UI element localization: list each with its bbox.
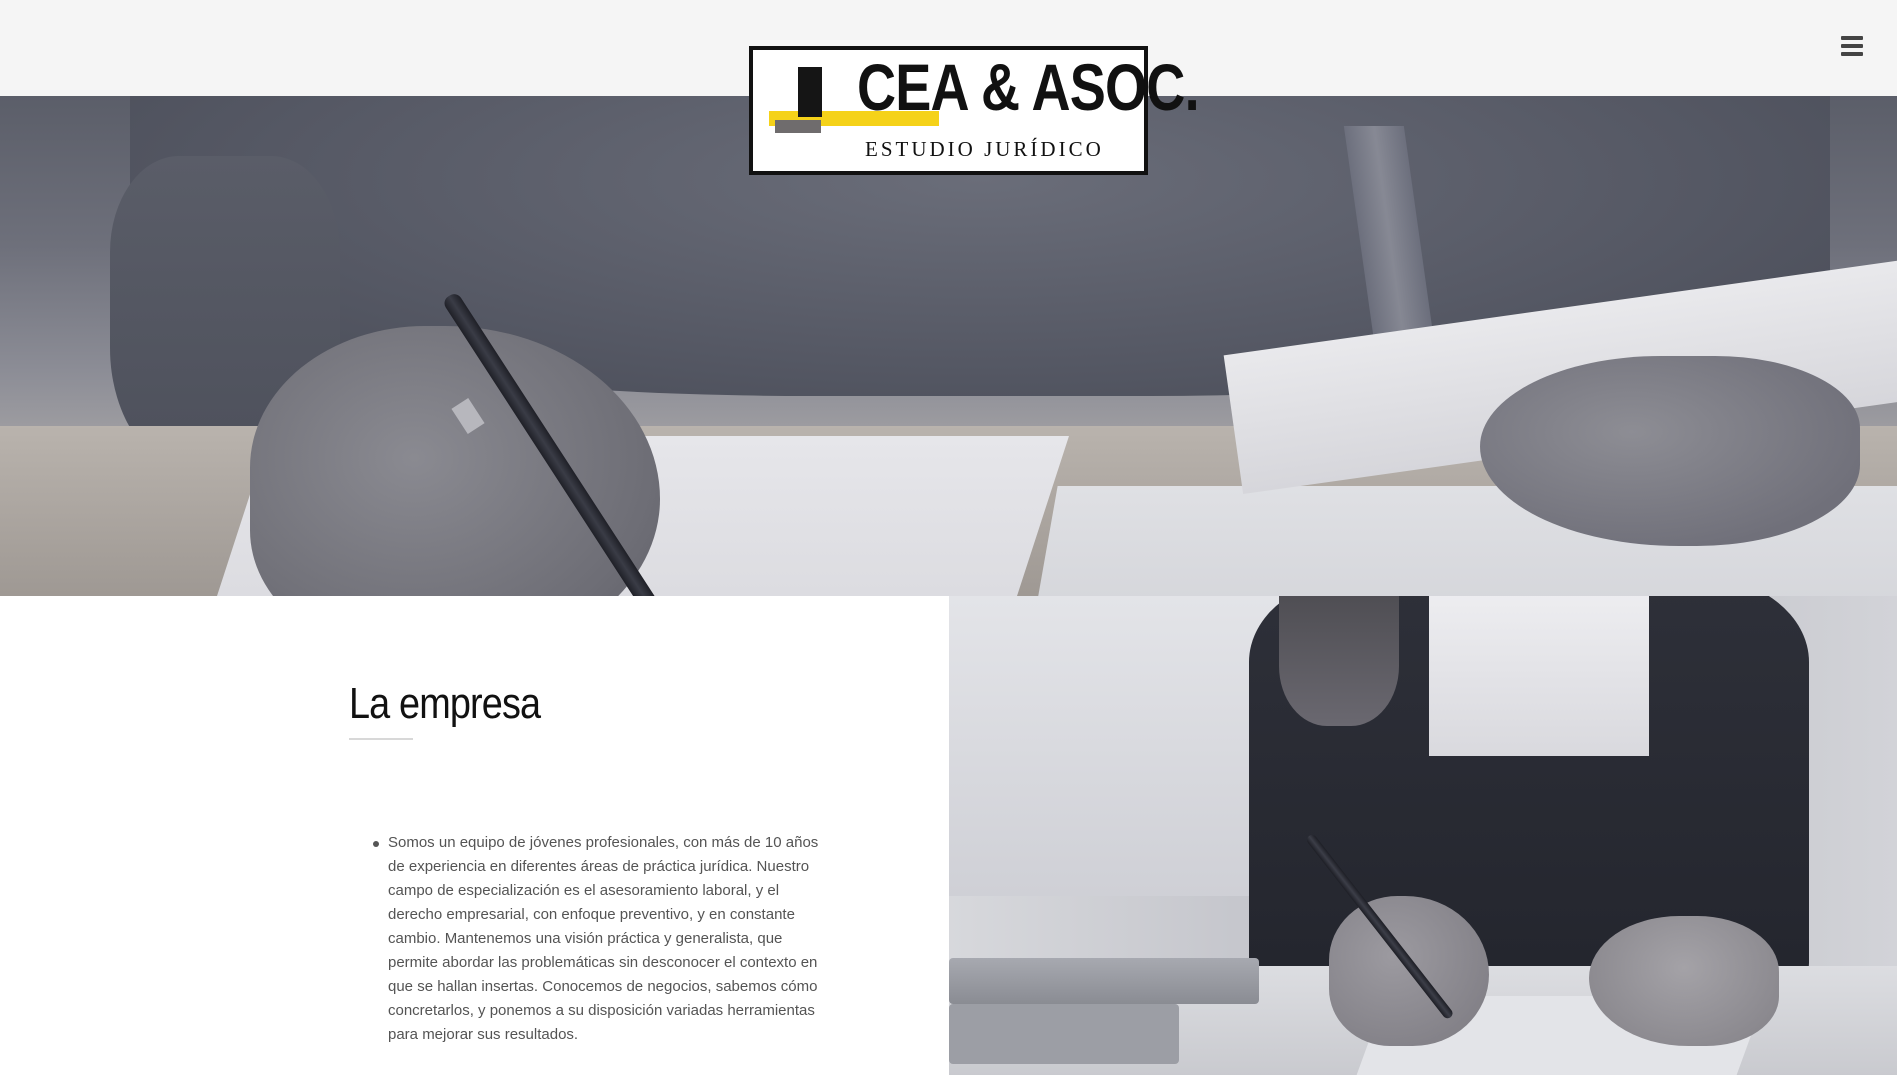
logo-black-pillar (798, 67, 822, 117)
side-window-shape (949, 596, 1279, 896)
menu-icon-line (1841, 44, 1863, 48)
logo-brand-name: CEA & ASOC. (857, 50, 1200, 124)
site-logo[interactable]: CEA & ASOC. ESTUDIO JURÍDICO (749, 46, 1200, 175)
side-laptop-shape (949, 958, 1259, 1004)
logo-subtitle: ESTUDIO JURÍDICO (865, 137, 1104, 161)
menu-icon-line (1841, 52, 1863, 56)
about-section: La empresa Somos un equipo de jóvenes pr… (0, 596, 949, 1075)
hamburger-menu-icon[interactable] (1841, 36, 1863, 57)
about-paragraph: Somos un equipo de jóvenes profesionales… (370, 831, 828, 1047)
side-hair-shape (1279, 596, 1399, 726)
about-list: Somos un equipo de jóvenes profesionales… (370, 831, 828, 1047)
about-title: La empresa (349, 679, 541, 728)
side-shirt-shape (1429, 596, 1649, 756)
logo-grey-block (775, 120, 821, 133)
menu-icon-line (1841, 36, 1863, 40)
side-image (949, 596, 1897, 1075)
title-underline (349, 738, 413, 740)
side-laptop-base (949, 1004, 1179, 1064)
